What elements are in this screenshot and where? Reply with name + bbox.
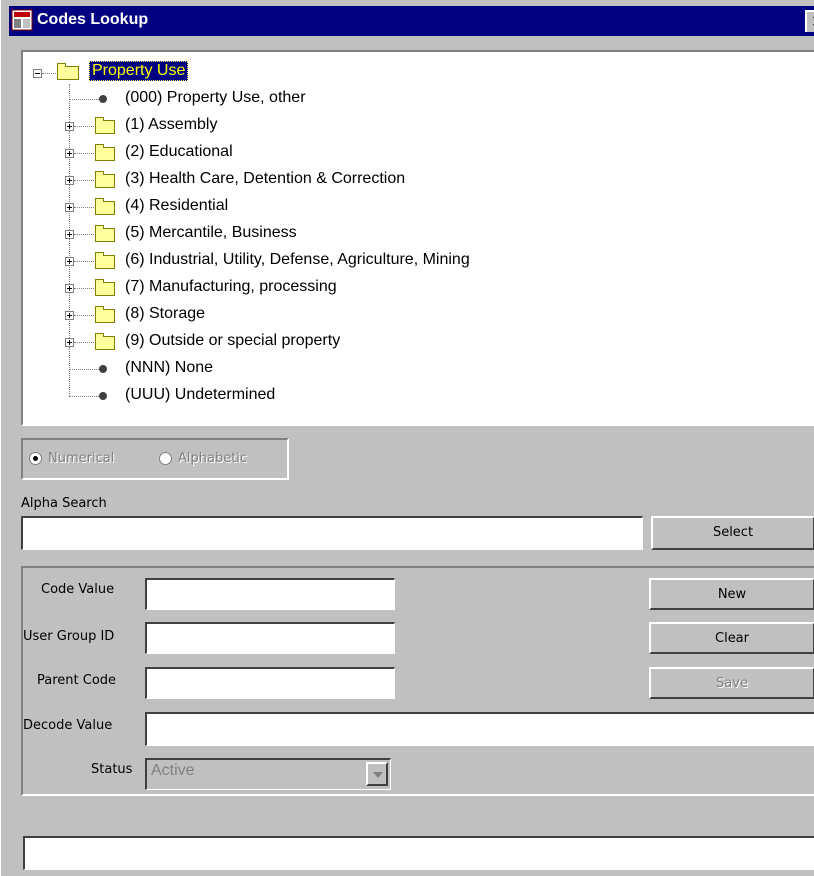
folder-icon — [95, 252, 115, 269]
new-button[interactable]: New — [649, 578, 814, 610]
numerical-radio[interactable]: Numerical — [29, 451, 114, 469]
decode-value-input[interactable] — [145, 712, 814, 746]
codes-lookup-window: Codes Lookup ✕ Property Use (000) Proper… — [0, 0, 814, 876]
window-title: Codes Lookup — [37, 11, 149, 28]
title-bar[interactable]: Codes Lookup ✕ — [9, 6, 814, 36]
clear-button[interactable]: Clear — [649, 622, 814, 654]
expand-icon[interactable] — [65, 311, 74, 320]
expand-icon[interactable] — [65, 338, 74, 347]
folder-icon — [95, 171, 115, 188]
expand-icon[interactable] — [65, 149, 74, 158]
parent-code-label: Parent Code — [37, 673, 117, 688]
app-icon — [11, 9, 33, 31]
sort-order-group: Numerical Alphabetic — [21, 438, 289, 480]
alphabetic-radio[interactable]: Alphabetic — [159, 451, 247, 469]
status-dropdown[interactable]: Active — [145, 758, 391, 790]
expand-icon[interactable] — [65, 257, 74, 266]
alpha-search-label: Alpha Search — [21, 496, 107, 511]
status-bar — [23, 836, 814, 870]
tree-root-label: Property Use — [89, 61, 189, 81]
code-value-input[interactable] — [145, 578, 395, 610]
expand-icon[interactable] — [65, 176, 74, 185]
collapse-icon[interactable] — [33, 69, 42, 78]
status-value: Active — [151, 762, 195, 779]
status-label: Status — [91, 762, 133, 777]
user-group-id-input[interactable] — [145, 622, 395, 654]
chevron-down-icon[interactable] — [366, 762, 388, 786]
leaf-icon — [99, 95, 107, 103]
expand-icon[interactable] — [65, 230, 74, 239]
folder-icon — [95, 306, 115, 323]
expand-icon[interactable] — [65, 122, 74, 131]
folder-icon — [95, 144, 115, 161]
folder-icon — [95, 198, 115, 215]
close-icon[interactable]: ✕ — [805, 10, 814, 32]
radio-checked-icon — [29, 452, 42, 465]
radio-unchecked-icon — [159, 452, 172, 465]
save-button[interactable]: Save — [649, 667, 814, 699]
expand-icon[interactable] — [65, 203, 74, 212]
code-value-label: Code Value — [41, 582, 115, 597]
leaf-icon — [99, 392, 107, 400]
folder-icon — [95, 279, 115, 296]
alpha-search-input[interactable] — [21, 516, 643, 550]
user-group-id-label: User Group ID — [23, 629, 115, 644]
leaf-icon — [99, 365, 107, 373]
parent-code-input[interactable] — [145, 667, 395, 699]
select-button[interactable]: Select — [651, 516, 814, 550]
open-folder-icon — [57, 63, 79, 80]
property-use-tree[interactable]: Property Use (000) Property Use, other (… — [21, 50, 814, 426]
folder-icon — [95, 117, 115, 134]
folder-icon — [95, 333, 115, 350]
decode-value-label: Decode Value — [23, 718, 113, 733]
folder-icon — [95, 225, 115, 242]
expand-icon[interactable] — [65, 284, 74, 293]
